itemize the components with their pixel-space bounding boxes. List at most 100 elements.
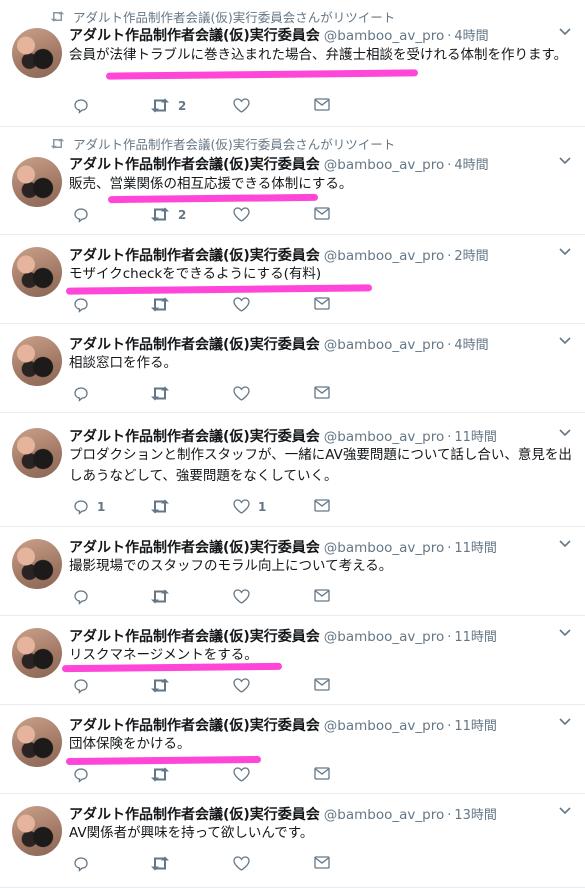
separator-dot: ·: [447, 249, 452, 264]
author-handle[interactable]: @bamboo_av_pro: [324, 629, 444, 645]
reply-button[interactable]: [73, 767, 89, 783]
dm-button[interactable]: [314, 856, 330, 869]
author-name[interactable]: アダルト作品制作者会議(仮)実行委員会: [69, 426, 320, 446]
chevron-down-icon[interactable]: [559, 540, 571, 548]
reply-button[interactable]: [73, 98, 89, 114]
dm-icon: [314, 856, 330, 869]
like-button[interactable]: [233, 207, 250, 222]
retweet-button[interactable]: [150, 386, 170, 401]
tweet[interactable]: アダルト作品制作者会議(仮)実行委員会 @bamboo_av_pro · 11時…: [0, 616, 585, 705]
retweet-button[interactable]: [150, 589, 170, 604]
tweet-text: モザイクcheckをできるようにする(有料): [69, 266, 322, 282]
chevron-down-icon[interactable]: [559, 248, 571, 256]
retweet-button[interactable]: 2: [150, 207, 186, 222]
avatar[interactable]: [12, 539, 62, 589]
dm-button[interactable]: [314, 589, 330, 602]
dm-button[interactable]: [314, 499, 330, 512]
author-handle[interactable]: @bamboo_av_pro: [324, 540, 444, 556]
like-button[interactable]: [233, 98, 250, 113]
chevron-down-icon[interactable]: [559, 629, 571, 637]
reply-button[interactable]: [73, 589, 89, 605]
dm-button[interactable]: [314, 207, 330, 220]
chevron-down-icon[interactable]: [559, 718, 571, 726]
avatar[interactable]: [12, 717, 62, 767]
author-name[interactable]: アダルト作品制作者会議(仮)実行委員会: [69, 626, 320, 646]
like-button[interactable]: [233, 589, 250, 604]
author-name[interactable]: アダルト作品制作者会議(仮)実行委員会: [69, 334, 320, 354]
author-handle[interactable]: @bamboo_av_pro: [324, 807, 444, 823]
tweet-time[interactable]: 13時間: [454, 804, 497, 823]
tweet-header: アダルト作品制作者会議(仮)実行委員会 @bamboo_av_pro · 11時…: [69, 715, 569, 735]
avatar[interactable]: [12, 157, 62, 207]
tweet[interactable]: アダルト作品制作者会議(仮)実行委員会 @bamboo_av_pro · 11時…: [0, 705, 585, 794]
dm-button[interactable]: [314, 767, 330, 780]
like-button[interactable]: [233, 297, 250, 312]
like-button[interactable]: [233, 386, 250, 401]
tweet-time[interactable]: 4時間: [454, 154, 488, 173]
dm-button[interactable]: [314, 678, 330, 691]
dm-button[interactable]: [314, 297, 330, 310]
tweet-time[interactable]: 11時間: [454, 426, 497, 445]
author-handle[interactable]: @bamboo_av_pro: [324, 248, 444, 264]
chevron-down-icon[interactable]: [559, 807, 571, 815]
dm-icon: [314, 589, 330, 602]
tweet-time[interactable]: 11時間: [454, 537, 497, 556]
like-button[interactable]: [233, 678, 250, 693]
reply-icon: [74, 387, 88, 402]
chevron-down-icon[interactable]: [559, 337, 571, 345]
tweet-time[interactable]: 11時間: [454, 626, 497, 645]
author-name[interactable]: アダルト作品制作者会議(仮)実行委員会: [69, 245, 320, 265]
avatar[interactable]: [12, 628, 62, 678]
retweet-button[interactable]: [150, 856, 170, 871]
avatar[interactable]: [12, 336, 62, 386]
avatar[interactable]: [12, 806, 62, 856]
tweet-time[interactable]: 4時間: [454, 25, 488, 44]
chevron-down-icon[interactable]: [559, 157, 571, 165]
tweet-text: 撮影現場でのスタッフのモラル向上について考える。: [69, 558, 393, 574]
like-button[interactable]: [233, 767, 250, 782]
author-name[interactable]: アダルト作品制作者会議(仮)実行委員会: [69, 537, 320, 557]
avatar[interactable]: [12, 247, 62, 297]
avatar[interactable]: [12, 28, 62, 78]
reply-button[interactable]: [73, 297, 89, 313]
tweet-time[interactable]: 2時間: [454, 245, 488, 264]
retweet-icon: [151, 589, 169, 604]
retweet-button[interactable]: [150, 499, 170, 514]
like-button[interactable]: 1: [233, 499, 266, 514]
tweet-time[interactable]: 11時間: [454, 715, 497, 734]
reply-button[interactable]: [73, 386, 89, 402]
dm-button[interactable]: [314, 98, 330, 111]
retweet-button[interactable]: [150, 297, 170, 312]
author-handle[interactable]: @bamboo_av_pro: [324, 718, 444, 734]
retweet-button[interactable]: 2: [150, 98, 186, 113]
dm-button[interactable]: [314, 386, 330, 399]
tweet[interactable]: アダルト作品制作者会議(仮)実行委員会さんがリツイート アダルト作品制作者会議(…: [0, 0, 585, 127]
dm-icon: [314, 207, 330, 220]
retweet-button[interactable]: [150, 678, 170, 693]
avatar[interactable]: [12, 428, 62, 478]
reply-button[interactable]: [73, 207, 89, 223]
tweet-time[interactable]: 4時間: [454, 334, 488, 353]
reply-button[interactable]: [73, 856, 89, 872]
reply-button[interactable]: 1: [73, 499, 105, 515]
author-name[interactable]: アダルト作品制作者会議(仮)実行委員会: [69, 804, 320, 824]
author-name[interactable]: アダルト作品制作者会議(仮)実行委員会: [69, 154, 320, 174]
chevron-down-icon[interactable]: [559, 429, 571, 437]
tweet[interactable]: アダルト作品制作者会議(仮)実行委員会さんがリツイート アダルト作品制作者会議(…: [0, 127, 585, 235]
author-handle[interactable]: @bamboo_av_pro: [324, 429, 444, 445]
author-handle[interactable]: @bamboo_av_pro: [324, 28, 444, 44]
author-handle[interactable]: @bamboo_av_pro: [324, 337, 444, 353]
retweet-button[interactable]: [150, 767, 170, 782]
tweet[interactable]: アダルト作品制作者会議(仮)実行委員会 @bamboo_av_pro · 11時…: [0, 413, 585, 527]
author-handle[interactable]: @bamboo_av_pro: [324, 157, 444, 173]
tweet[interactable]: アダルト作品制作者会議(仮)実行委員会 @bamboo_av_pro · 4時間…: [0, 324, 585, 413]
chevron-down-icon[interactable]: [559, 28, 571, 36]
tweet[interactable]: アダルト作品制作者会議(仮)実行委員会 @bamboo_av_pro · 11時…: [0, 527, 585, 616]
author-name[interactable]: アダルト作品制作者会議(仮)実行委員会: [69, 25, 320, 45]
like-button[interactable]: [233, 856, 250, 871]
retweet-count: 2: [178, 98, 187, 113]
tweet[interactable]: アダルト作品制作者会議(仮)実行委員会 @bamboo_av_pro · 2時間…: [0, 235, 585, 324]
reply-button[interactable]: [73, 678, 89, 694]
author-name[interactable]: アダルト作品制作者会議(仮)実行委員会: [69, 715, 320, 735]
tweet[interactable]: アダルト作品制作者会議(仮)実行委員会 @bamboo_av_pro · 13時…: [0, 794, 585, 888]
